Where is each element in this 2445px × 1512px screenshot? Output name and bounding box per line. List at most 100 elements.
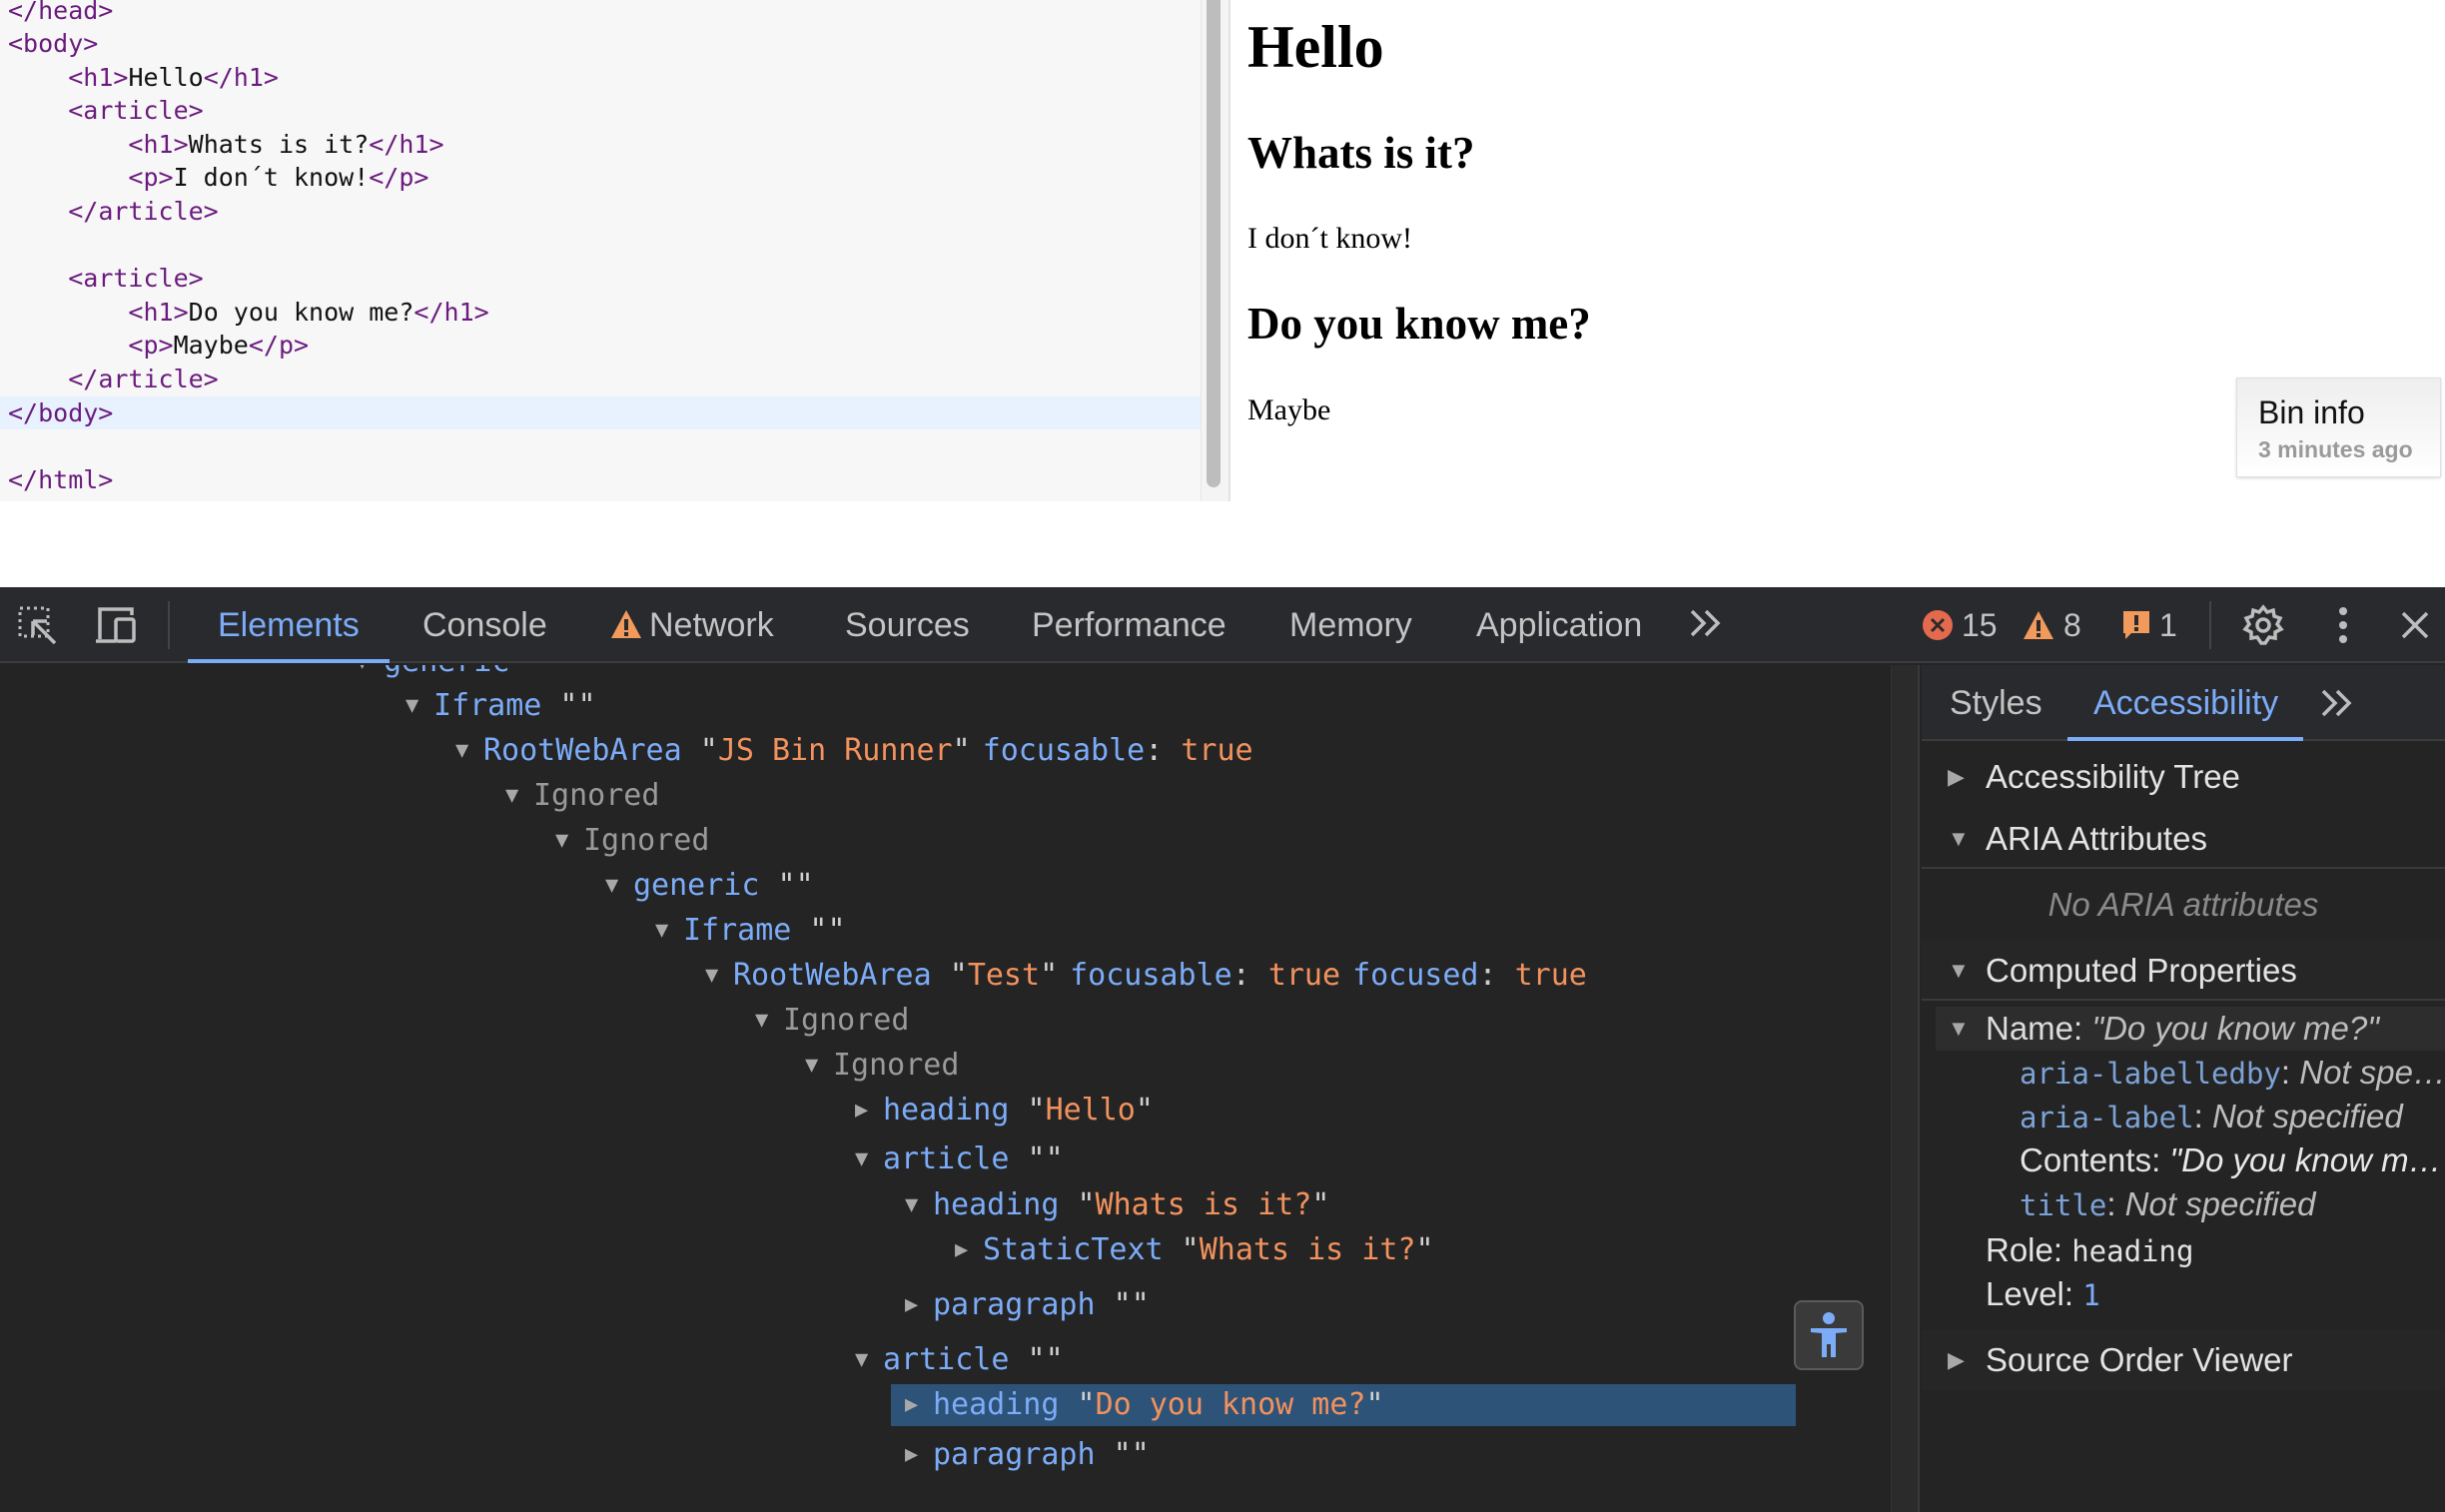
bin-info-card[interactable]: Bin info 3 minutes ago — [2236, 378, 2441, 477]
quote: " — [1059, 1187, 1096, 1222]
caret-down-icon[interactable]: ▼ — [805, 1045, 833, 1087]
tree-node-iframe[interactable]: ▼ Iframe "" — [406, 685, 596, 727]
code-line[interactable]: </article> — [0, 363, 1201, 395]
section-label: Computed Properties — [1986, 952, 2297, 989]
section-accessibility-tree[interactable]: ▶ Accessibility Tree — [1922, 747, 2445, 807]
accessibility-tree-toggle-button[interactable] — [1794, 1300, 1864, 1370]
tree-node-article[interactable]: ▼ article "" — [855, 1339, 1064, 1381]
close-icon[interactable] — [2393, 605, 2437, 645]
section-source-order-viewer[interactable]: ▶ Source Order Viewer — [1922, 1330, 2445, 1390]
settings-gear-icon[interactable] — [2241, 604, 2285, 645]
caret-down-icon[interactable]: ▼ — [755, 1000, 783, 1042]
node-role: Ignored — [583, 823, 710, 858]
code-line[interactable]: <h1>Hello</h1> — [0, 61, 1201, 94]
code-tag: </h1> — [369, 130, 444, 159]
node-property-key: focused — [1352, 958, 1479, 993]
tree-node-ignored[interactable]: ▼ Ignored — [555, 820, 709, 862]
code-line[interactable]: <body> — [0, 27, 1201, 60]
node-role: generic — [633, 868, 760, 903]
tree-node-heading[interactable]: ▼ heading "Whats is it?" — [905, 1184, 1329, 1226]
caret-down-icon[interactable]: ▼ — [905, 1184, 933, 1226]
sidebar-more-tabs-button[interactable] — [2319, 665, 2355, 741]
caret-down-icon[interactable]: ▼ — [705, 955, 733, 997]
more-tabs-button[interactable] — [1688, 587, 1724, 663]
code-line[interactable]: <p>I don´t know!</p> — [0, 161, 1201, 194]
code-text: I don´t know! — [173, 163, 370, 192]
tree-node-rootwebarea[interactable]: ▼ RootWebArea "Test" focusable: true focuse… — [705, 955, 1587, 997]
caret-down-icon[interactable]: ▼ — [505, 775, 533, 817]
device-toolbar-icon[interactable] — [94, 605, 138, 645]
code-tag: </article> — [68, 197, 219, 226]
tab-network[interactable]: Network — [609, 587, 774, 663]
tree-sidebar-splitter[interactable] — [1891, 665, 1920, 1512]
code-line[interactable]: </body> — [0, 396, 1201, 429]
error-counter[interactable]: 15 — [1922, 587, 1998, 663]
editor-scrollbar-thumb[interactable] — [1207, 0, 1221, 487]
caret-down-icon[interactable]: ▼ — [356, 665, 384, 683]
more-options-icon[interactable] — [2321, 605, 2365, 645]
caret-down-icon[interactable]: ▼ — [855, 1339, 883, 1381]
tree-node-ignored[interactable]: ▼ Ignored — [505, 775, 659, 817]
node-name: Test — [967, 958, 1041, 993]
caret-down-icon[interactable]: ▼ — [855, 1138, 883, 1180]
computed-name-row[interactable]: ▼ Name: "Do you know me?" — [1936, 1007, 2445, 1051]
tree-node-heading[interactable]: ▶ heading "Hello" — [855, 1090, 1154, 1132]
code-line[interactable] — [0, 229, 1201, 262]
sidebar-tab-accessibility[interactable]: Accessibility — [2093, 665, 2278, 741]
code-editor[interactable]: </head> <body> <h1>Hello</h1> <article> <… — [0, 0, 1201, 501]
tree-node-paragraph[interactable]: ▶ paragraph "" — [905, 1284, 1150, 1326]
code-line[interactable]: </article> — [0, 195, 1201, 228]
output-pane: Hello Whats is it? I don´t know! Do you … — [1230, 0, 2445, 587]
section-computed-properties[interactable]: ▼ Computed Properties — [1922, 941, 2445, 1001]
code-line[interactable]: </html> — [0, 463, 1201, 496]
quote: " — [1415, 1232, 1434, 1267]
caret-right-icon[interactable]: ▶ — [955, 1229, 983, 1271]
caret-right-icon[interactable]: ▶ — [905, 1284, 933, 1326]
inspect-element-icon[interactable] — [16, 605, 60, 645]
tab-sources[interactable]: Sources — [845, 587, 970, 663]
code-text: Hello — [128, 63, 204, 92]
tab-elements[interactable]: Elements — [218, 587, 360, 663]
caret-down-icon[interactable]: ▼ — [455, 730, 483, 772]
caret-down-icon[interactable]: ▼ — [555, 820, 583, 862]
tree-node-ignored[interactable]: ▼ Ignored — [755, 1000, 909, 1042]
tab-performance[interactable]: Performance — [1032, 587, 1226, 663]
tab-console[interactable]: Console — [422, 587, 547, 663]
tree-node-heading[interactable]: ▶ heading "Do you know me?" — [891, 1384, 1796, 1426]
quote: " — [1009, 1342, 1046, 1377]
code-line[interactable]: <p>Maybe</p> — [0, 329, 1201, 362]
error-count: 15 — [1962, 606, 1998, 643]
code-line[interactable]: <h1>Whats is it?</h1> — [0, 128, 1201, 161]
tree-node-paragraph[interactable]: ▶ paragraph "" — [905, 1434, 1150, 1476]
code-line[interactable]: <h1>Do you know me?</h1> — [0, 296, 1201, 329]
caret-right-icon[interactable]: ▶ — [855, 1090, 883, 1132]
caret-down-icon[interactable]: ▼ — [406, 685, 433, 727]
code-line[interactable]: <article> — [0, 262, 1201, 295]
tree-node-rootwebarea[interactable]: ▼ RootWebArea "JS Bin Runner" focusable: t… — [455, 730, 1253, 772]
tree-node-article[interactable]: ▼ article "" — [855, 1138, 1064, 1180]
tree-node-generic[interactable]: ▼generic "" — [356, 665, 564, 683]
code-line[interactable] — [0, 429, 1201, 462]
code-line[interactable]: <article> — [0, 94, 1201, 127]
warning-counter[interactable]: 8 — [2022, 587, 2081, 663]
code-line[interactable]: </head> — [0, 0, 1201, 27]
caret-right-icon[interactable]: ▶ — [905, 1384, 933, 1426]
tab-application[interactable]: Application — [1476, 587, 1642, 663]
tab-memory[interactable]: Memory — [1289, 587, 1412, 663]
caret-down-icon[interactable]: ▼ — [605, 865, 633, 907]
tree-node-iframe[interactable]: ▼ Iframe "" — [655, 910, 846, 952]
sidebar-tab-styles[interactable]: Styles — [1950, 665, 2042, 741]
quote: " — [1009, 1093, 1046, 1128]
accessibility-tree[interactable]: ▼generic ""▼Iframe ""▼RootWebArea "JS Bi… — [0, 665, 1891, 1512]
caret-right-icon[interactable]: ▶ — [905, 1434, 933, 1476]
code-tag: <p> — [128, 331, 174, 360]
tree-node-generic[interactable]: ▼generic "" — [605, 865, 814, 907]
issues-counter[interactable]: 1 — [2121, 587, 2177, 663]
tree-node-ignored[interactable]: ▼ Ignored — [805, 1045, 959, 1087]
section-aria-attributes[interactable]: ▼ ARIA Attributes — [1922, 809, 2445, 869]
tree-node-statictext[interactable]: ▶ StaticText "Whats is it?" — [955, 1229, 1434, 1271]
node-role: paragraph — [933, 1437, 1096, 1472]
accessibility-person-icon — [1811, 1312, 1847, 1357]
caret-down-icon[interactable]: ▼ — [655, 910, 683, 952]
